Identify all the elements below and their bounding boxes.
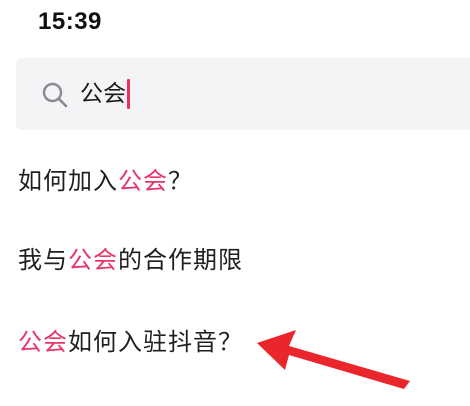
suggestion-item[interactable]: 如何加入公会？: [18, 164, 193, 198]
search-icon: [42, 82, 68, 108]
status-bar: 15:39: [0, 0, 470, 50]
suggestion-item[interactable]: 公会如何入驻抖音？: [18, 325, 243, 359]
suggestion-keyword: 公会: [68, 246, 118, 274]
suggestion-text-after: 的合作期限: [118, 246, 243, 274]
suggestion-text-after: 如何入驻抖音？: [68, 328, 243, 356]
suggestion-text-after: ？: [168, 167, 193, 195]
suggestion-item[interactable]: 我与公会的合作期限: [18, 243, 243, 277]
suggestion-keyword: 公会: [118, 167, 168, 195]
text-caret: [127, 79, 130, 109]
search-input[interactable]: 公会: [80, 77, 130, 111]
search-query-text: 公会: [80, 81, 126, 107]
suggestion-text-before: 我与: [18, 246, 68, 274]
suggestion-keyword: 公会: [18, 328, 68, 356]
status-time: 15:39: [38, 8, 102, 35]
suggestion-text-before: 如何加入: [18, 167, 118, 195]
